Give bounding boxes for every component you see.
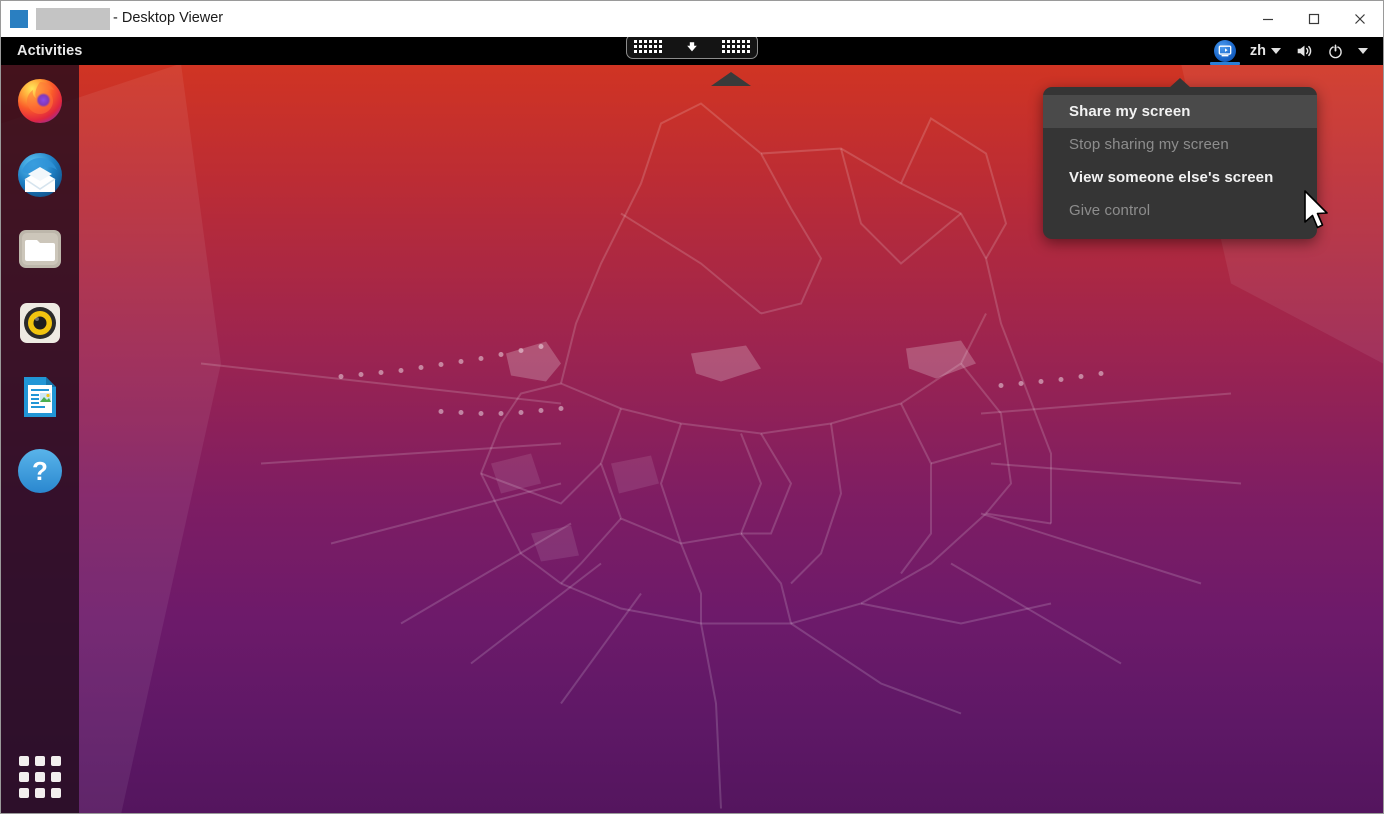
menu-item-share-my-screen[interactable]: Share my screen	[1043, 95, 1317, 128]
dock-item-rhythmbox[interactable]	[16, 299, 64, 347]
minimize-button[interactable]	[1245, 1, 1291, 36]
dock-item-files[interactable]	[16, 225, 64, 273]
triangle-up-icon	[709, 71, 753, 87]
dock-item-help[interactable]: ?	[16, 447, 64, 495]
viewer-float-toolbar[interactable]	[626, 37, 758, 59]
volume-indicator[interactable]	[1288, 37, 1320, 65]
app-icon	[10, 10, 28, 28]
menu-item-give-control: Give control	[1043, 194, 1317, 227]
firefox-icon	[16, 77, 64, 125]
grip-dots-icon	[722, 40, 750, 53]
power-icon	[1327, 43, 1344, 60]
thunderbird-icon	[16, 151, 64, 199]
close-button[interactable]	[1337, 1, 1383, 36]
status-menu-chevron-button[interactable]	[1351, 37, 1375, 65]
arrow-down-icon[interactable]	[685, 40, 699, 54]
volume-icon	[1295, 42, 1313, 60]
apps-grid-icon	[19, 756, 61, 798]
desktop-viewer-window: - Desktop Viewer	[0, 0, 1384, 814]
menu-pointer-arrow	[1169, 78, 1191, 88]
maximize-button[interactable]	[1291, 1, 1337, 36]
chevron-down-icon	[1358, 48, 1368, 54]
redacted-session-name	[36, 8, 110, 30]
screen-share-indicator-button[interactable]	[1207, 37, 1243, 65]
language-label: zh	[1250, 43, 1266, 59]
dock-item-thunderbird[interactable]	[16, 151, 64, 199]
topbar-status-area: zh	[1207, 37, 1375, 65]
grip-dots-icon	[634, 40, 662, 53]
dock-item-libreoffice-writer[interactable]	[16, 373, 64, 421]
chevron-down-icon	[1271, 48, 1281, 54]
activities-button[interactable]: Activities	[17, 37, 82, 65]
screen-share-icon	[1214, 40, 1236, 62]
files-folder-icon	[16, 225, 64, 273]
show-applications-button[interactable]	[18, 755, 62, 799]
rhythmbox-icon	[16, 299, 64, 347]
power-menu-button[interactable]	[1320, 37, 1351, 65]
menu-item-view-someone-elses-screen[interactable]: View someone else's screen	[1043, 161, 1317, 194]
window-title: - Desktop Viewer	[113, 11, 223, 26]
toolbar-pull-tab[interactable]	[709, 71, 753, 92]
language-indicator-button[interactable]: zh	[1243, 37, 1288, 65]
window-titlebar: - Desktop Viewer	[1, 1, 1383, 37]
titlebar-left-group: - Desktop Viewer	[1, 8, 223, 30]
svg-text:?: ?	[32, 456, 48, 486]
help-question-icon: ?	[16, 447, 64, 495]
remote-desktop-viewport[interactable]: ? Activities Nov 9 13:46	[1, 37, 1383, 813]
libreoffice-writer-icon	[16, 373, 64, 421]
dock-item-firefox[interactable]	[16, 77, 64, 125]
screen-share-menu: Share my screen Stop sharing my screen V…	[1043, 87, 1317, 239]
window-controls	[1245, 1, 1383, 36]
menu-item-stop-sharing-my-screen: Stop sharing my screen	[1043, 128, 1317, 161]
ubuntu-dock: ?	[1, 65, 79, 813]
